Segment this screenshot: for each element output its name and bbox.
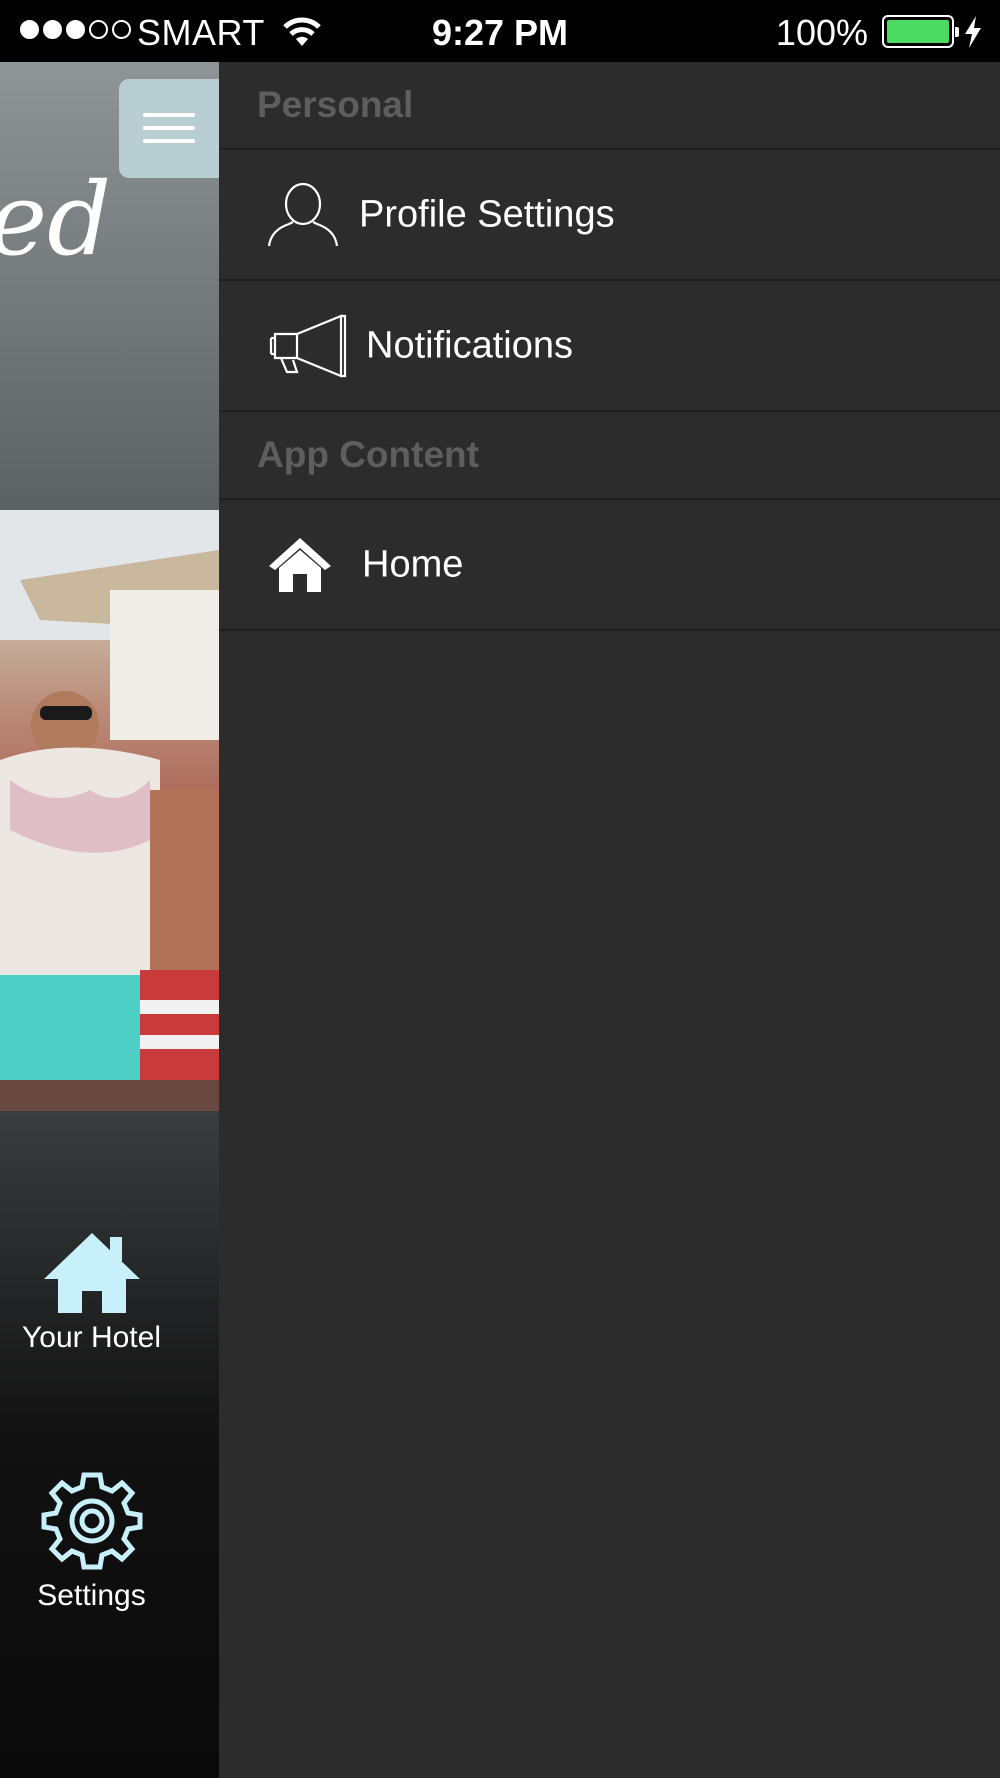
menu-item-profile-settings[interactable]: Profile Settings [219,150,1000,281]
hero-photo [0,510,219,1111]
menu-item-notifications[interactable]: Notifications [219,281,1000,412]
app-title-fragment: ed [0,161,112,278]
menu-label-home: Home [362,543,464,585]
dock-label-your-hotel: Your Hotel [22,1321,161,1354]
main-app-peek[interactable]: ed Your Hotel Settings [0,62,219,1778]
dock-item-your-hotel[interactable]: Your Hotel [0,1229,183,1355]
battery-icon [882,15,959,48]
section-header-app-content: App Content [219,412,1000,500]
battery-percent: 100% [775,12,868,53]
dock-item-settings[interactable]: Settings [0,1469,183,1613]
hamburger-menu-button[interactable] [119,79,219,178]
bottom-dock: Your Hotel Settings [0,1111,219,1778]
status-bar: SMART 9:27 PM 100% [0,0,1000,62]
house-icon [43,1233,140,1313]
megaphone-icon [269,313,347,378]
menu-label-profile-settings: Profile Settings [359,193,615,235]
person-outline-icon [267,182,339,246]
home-icon [269,537,331,592]
charging-bolt-icon [965,16,981,48]
menu-item-home[interactable]: Home [219,500,1000,631]
menu-label-notifications: Notifications [366,324,573,366]
section-header-personal: Personal [219,62,1000,150]
gear-icon [41,1472,142,1570]
side-drawer: Personal Profile Settings Notifications … [219,62,1000,1778]
dock-label-settings: Settings [37,1579,146,1612]
